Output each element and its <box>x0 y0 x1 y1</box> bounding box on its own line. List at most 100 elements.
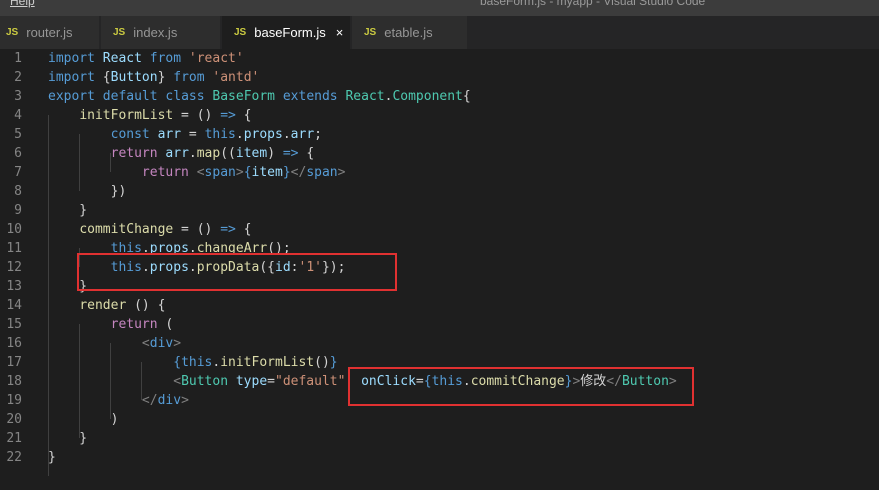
highlight-onclick-handler <box>348 367 694 406</box>
code-token: (( <box>220 146 236 161</box>
code-token: import <box>48 51 95 66</box>
tab-etable-js[interactable]: JS etable.js <box>352 16 468 49</box>
tab-label: index.js <box>133 25 178 40</box>
code-token: from <box>173 70 205 85</box>
code-token: div <box>149 336 174 351</box>
code-editor[interactable]: 1 import React from 'react' 2 import {Butto… <box>0 49 879 490</box>
code-line[interactable]: 15 return ( <box>0 315 879 334</box>
code-token: { <box>173 355 182 370</box>
code-token: span <box>204 165 236 180</box>
menu-help[interactable]: Help <box>10 0 35 8</box>
code-token: class <box>165 89 205 104</box>
code-token: > <box>337 165 346 180</box>
code-token: 'antd' <box>212 70 260 85</box>
line-code: export default class BaseForm extends Re… <box>48 87 471 106</box>
tab-router-js[interactable]: JS router.js <box>0 16 100 49</box>
code-line[interactable]: 9 } <box>0 201 879 220</box>
code-line[interactable]: 6 return arr.map((item) => { <box>0 144 879 163</box>
tab-label: baseForm.js <box>254 25 326 40</box>
line-number: 7 <box>14 165 22 180</box>
code-line[interactable]: 7 return <span>{item}</span> <box>0 163 879 182</box>
code-token: return <box>110 146 158 161</box>
code-token: item <box>235 146 268 161</box>
code-token: } <box>48 431 88 446</box>
code-line[interactable]: 14 render () { <box>0 296 879 315</box>
tab-index-js[interactable]: JS index.js <box>101 16 221 49</box>
code-line[interactable]: 8 }) <box>0 182 879 201</box>
code-token: extends <box>282 89 338 104</box>
code-token: React <box>345 89 385 104</box>
code-line[interactable]: 20 ) <box>0 410 879 429</box>
code-token: map <box>196 146 221 161</box>
code-token: BaseForm <box>212 89 276 104</box>
code-token: commitChange <box>79 222 174 237</box>
code-token: { <box>94 70 111 85</box>
window-title: baseForm.js - myapp - Visual Studio Code <box>480 0 706 8</box>
code-token: }) <box>48 184 127 199</box>
code-token: React <box>102 51 142 66</box>
code-line[interactable]: 21 } <box>0 429 879 448</box>
code-token: () { <box>126 298 166 313</box>
code-token: => <box>220 222 236 237</box>
code-line[interactable]: 4 initFormList = () => { <box>0 106 879 125</box>
code-token: < <box>141 336 150 351</box>
code-token: arr <box>157 127 182 142</box>
line-code: render () { <box>48 296 165 315</box>
code-token: </ <box>290 165 307 180</box>
line-code: commitChange = () => { <box>48 220 251 239</box>
js-file-icon: JS <box>364 27 377 38</box>
line-number: 20 <box>6 412 22 427</box>
code-line[interactable]: 5 const arr = this.props.arr; <box>0 125 879 144</box>
line-number: 13 <box>6 279 22 294</box>
code-token: < <box>173 374 182 389</box>
tab-bar: JS router.js JS index.js JS baseForm.js … <box>0 16 879 49</box>
line-number: 10 <box>6 222 22 237</box>
code-token: => <box>220 108 236 123</box>
code-token: return <box>141 165 189 180</box>
code-line[interactable]: 10 commitChange = () => { <box>0 220 879 239</box>
line-number: 17 <box>6 355 22 370</box>
line-code: return arr.map((item) => { <box>48 144 315 163</box>
close-icon[interactable]: × <box>336 25 344 40</box>
code-token: { <box>298 146 315 161</box>
code-token: Button <box>110 70 158 85</box>
code-token: Button <box>181 374 229 389</box>
code-token: this <box>181 355 213 370</box>
tab-baseform-js[interactable]: JS baseForm.js × <box>222 16 351 49</box>
line-number: 6 <box>14 146 22 161</box>
line-code: return ( <box>48 315 174 334</box>
tab-label: etable.js <box>384 25 433 40</box>
code-token: arr <box>290 127 315 142</box>
line-number: 21 <box>6 431 22 446</box>
line-number: 22 <box>6 450 22 465</box>
code-token: = <box>267 374 275 389</box>
code-token: { <box>243 165 252 180</box>
code-token: this <box>204 127 236 142</box>
code-token: } <box>329 355 338 370</box>
line-number: 15 <box>6 317 22 332</box>
line-code: <div> <box>48 334 181 353</box>
line-number: 11 <box>6 241 22 256</box>
code-token: = () <box>173 222 221 237</box>
line-code: import {Button} from 'antd' <box>48 68 259 87</box>
code-token: arr <box>165 146 189 161</box>
code-line[interactable]: 2 import {Button} from 'antd' <box>0 68 879 87</box>
code-line[interactable]: 22} <box>0 448 879 467</box>
code-line[interactable]: 16 <div> <box>0 334 879 353</box>
line-number: 12 <box>6 260 22 275</box>
code-line[interactable]: 1 import React from 'react' <box>0 49 879 68</box>
line-number: 4 <box>14 108 22 123</box>
line-number: 16 <box>6 336 22 351</box>
code-token: > <box>181 393 189 408</box>
code-line[interactable]: 3 export default class BaseForm extends R… <box>0 87 879 106</box>
line-number: 1 <box>14 51 22 66</box>
